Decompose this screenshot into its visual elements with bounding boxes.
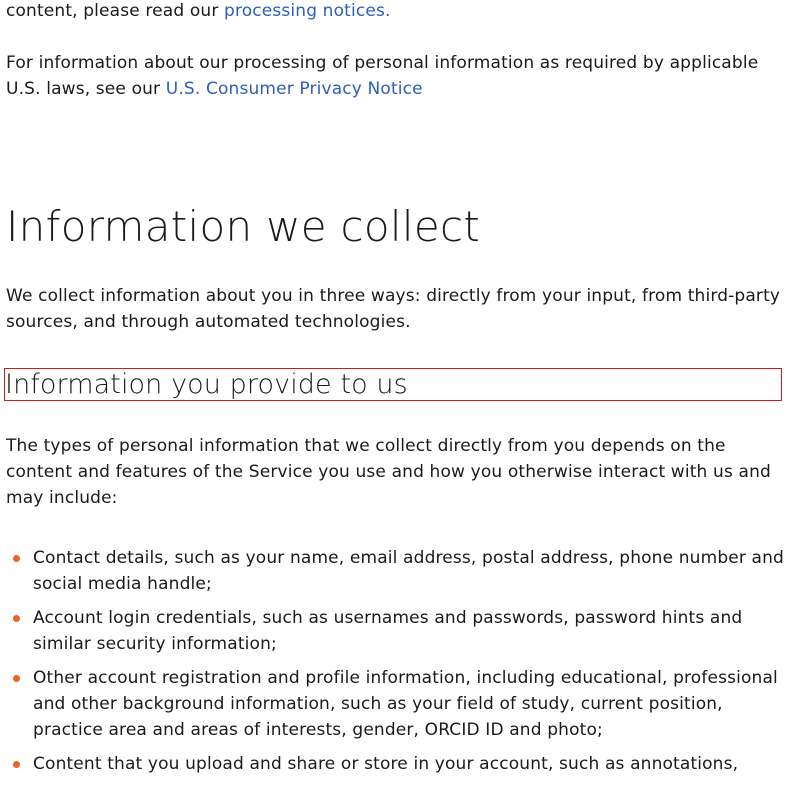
subsection-heading: Information you provide to us <box>5 369 408 400</box>
list-item-text: Other account registration and profile i… <box>33 668 778 740</box>
processing-notices-paragraph: content, please read our processing noti… <box>6 0 786 24</box>
list-item-text: Contact details, such as your name, emai… <box>33 548 784 594</box>
list-item: Other account registration and profile i… <box>6 665 786 743</box>
bullet-dot-icon <box>13 555 20 562</box>
list-item-text: Content that you upload and share or sto… <box>33 754 739 774</box>
collected-info-list: Contact details, such as your name, emai… <box>6 545 786 777</box>
subsection-body-paragraph: The types of personal information that w… <box>6 436 771 508</box>
processing-notices-link[interactable]: processing notices. <box>224 1 391 21</box>
section-intro-paragraph: We collect information about you in thre… <box>6 286 781 332</box>
list-item: Content that you upload and share or sto… <box>6 751 786 777</box>
us-notice-paragraph: For information about our processing of … <box>6 50 786 102</box>
list-item: Account login credentials, such as usern… <box>6 605 786 657</box>
privacy-policy-content: content, please read our processing noti… <box>4 0 786 785</box>
subsection-heading-highlight: Information you provide to us <box>4 368 782 401</box>
list-item: Contact details, such as your name, emai… <box>6 545 786 597</box>
bullet-dot-icon <box>13 615 20 622</box>
section-heading: Information we collect <box>6 202 481 251</box>
list-item-text: Account login credentials, such as usern… <box>33 608 743 654</box>
bullet-dot-icon <box>13 675 20 682</box>
processing-notices-prefix: content, please read our <box>6 1 225 21</box>
us-consumer-privacy-notice-link[interactable]: U.S. Consumer Privacy Notice <box>166 79 423 99</box>
bullet-dot-icon <box>13 761 20 768</box>
